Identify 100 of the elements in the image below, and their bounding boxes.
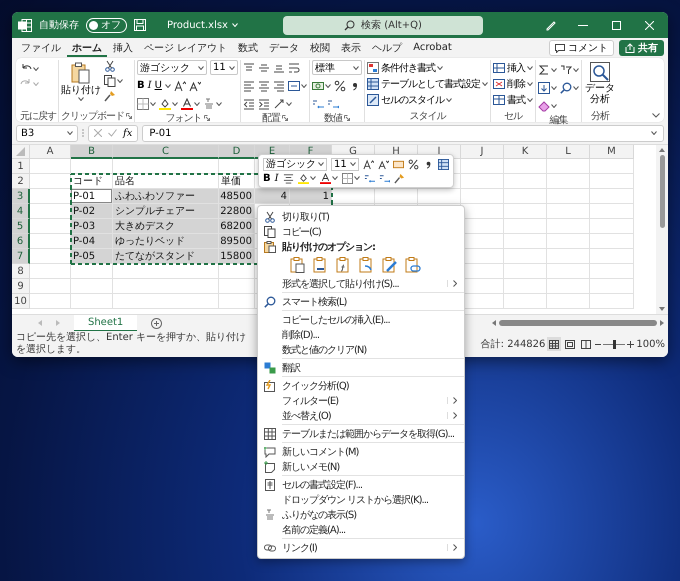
name-box[interactable]: B3 xyxy=(16,124,78,142)
column-header[interactable]: D xyxy=(219,145,255,159)
data-analysis-button[interactable]: データ分析 xyxy=(584,60,616,105)
menu-item[interactable]: ドロップダウン リストから選択(K)... xyxy=(258,492,464,507)
ribbon-tab[interactable]: 校閲 xyxy=(305,39,336,57)
menu-item[interactable]: フィルター(E) xyxy=(258,393,464,408)
ribbon-tab[interactable]: データ xyxy=(264,39,304,57)
row-header[interactable]: 1 xyxy=(12,159,30,174)
new-sheet-button[interactable] xyxy=(151,318,162,328)
fill-color-button[interactable] xyxy=(159,98,178,110)
bold-button[interactable]: B xyxy=(263,172,271,184)
menu-item[interactable]: 翻訳 xyxy=(258,360,464,375)
paste-option-button[interactable] xyxy=(290,257,306,273)
row-header[interactable]: 9 xyxy=(12,279,30,294)
row-header[interactable]: 5 xyxy=(12,219,30,234)
menu-item[interactable]: 削除(D)... xyxy=(258,327,464,342)
column-header[interactable]: K xyxy=(504,145,547,159)
font-color-button[interactable] xyxy=(181,98,200,110)
style-menu-button[interactable]: 条件付き書式 xyxy=(367,61,443,75)
zoom-in-button[interactable] xyxy=(627,340,634,348)
align-center-button[interactable] xyxy=(258,80,270,92)
menu-item[interactable]: 名前の定義(A)... xyxy=(258,522,464,537)
increase-indent-button[interactable] xyxy=(258,98,270,110)
format-painter-button[interactable] xyxy=(394,172,405,184)
fill-button[interactable] xyxy=(538,82,557,94)
row-header[interactable]: 3 xyxy=(12,189,30,204)
style-menu-button[interactable]: セルのスタイル xyxy=(367,93,452,107)
menu-item[interactable]: 数式と値のクリア(N) xyxy=(258,342,464,357)
italic-button[interactable]: I xyxy=(148,80,152,91)
italic-button[interactable]: I xyxy=(274,172,279,184)
ribbon-tab[interactable]: 挿入 xyxy=(108,39,138,57)
decrease-decimal-button[interactable] xyxy=(327,98,339,110)
percent-button[interactable] xyxy=(408,158,419,170)
column-header[interactable]: M xyxy=(590,145,634,159)
menu-item[interactable]: セルの書式設定(F)... xyxy=(258,477,464,492)
save-button[interactable] xyxy=(134,19,146,31)
zoom-slider-thumb[interactable] xyxy=(613,340,616,348)
ribbon-tab[interactable]: ヘルプ xyxy=(367,39,408,57)
underline-button[interactable]: U xyxy=(154,80,162,91)
menu-item[interactable]: ふりがなの表示(S) xyxy=(258,507,464,522)
row-header[interactable]: 6 xyxy=(12,234,30,249)
cells-menu-button[interactable]: 書式 xyxy=(493,93,533,107)
view-button[interactable] xyxy=(579,337,594,351)
ribbon-tab[interactable]: ファイル xyxy=(16,39,66,57)
menu-item[interactable]: スマート検索(L) xyxy=(258,294,464,309)
cells-menu-button[interactable]: 削除 xyxy=(493,77,533,91)
row-header[interactable]: 10 xyxy=(12,294,30,309)
row-header[interactable]: 8 xyxy=(12,264,30,279)
row-header[interactable]: 4 xyxy=(12,204,30,219)
autosum-button[interactable] xyxy=(538,64,557,76)
number-format-dropdown[interactable]: 標準 xyxy=(312,60,362,75)
column-header[interactable]: L xyxy=(547,145,590,159)
font-name-dropdown[interactable]: 游ゴシック xyxy=(263,158,327,170)
shrink-font-button[interactable] xyxy=(188,80,201,92)
view-button[interactable] xyxy=(547,337,562,351)
align-middle-button[interactable] xyxy=(258,62,270,74)
copy-button[interactable] xyxy=(104,75,123,87)
share-button[interactable]: 共有 xyxy=(619,40,664,56)
clear-button[interactable] xyxy=(538,100,557,112)
paste-option-button[interactable] xyxy=(382,257,398,273)
file-name-button[interactable]: Product.xlsx xyxy=(167,20,238,30)
menu-item[interactable]: コピーしたセルの挿入(E)... xyxy=(258,312,464,327)
center-button[interactable] xyxy=(282,172,294,184)
bold-button[interactable]: B xyxy=(137,80,145,91)
column-header[interactable]: B xyxy=(71,145,113,159)
cells-menu-button[interactable]: 挿入 xyxy=(493,61,533,75)
grow-font-button[interactable] xyxy=(363,158,374,170)
font-size-dropdown[interactable]: 11 xyxy=(331,158,359,170)
menu-item[interactable]: 新しいコメント(M) xyxy=(258,444,464,459)
increase-decimal-button[interactable] xyxy=(312,98,324,110)
table-format-button[interactable] xyxy=(438,158,449,170)
sort-filter-button[interactable] xyxy=(560,64,579,76)
grow-font-button[interactable] xyxy=(174,80,186,92)
menu-item[interactable]: 並べ替え(O) xyxy=(258,408,464,423)
align-left-button[interactable] xyxy=(243,80,255,92)
number-format-button[interactable] xyxy=(393,158,404,170)
currency-button[interactable] xyxy=(312,80,331,92)
style-menu-button[interactable]: テーブルとして書式設定 xyxy=(367,77,488,91)
vertical-scrollbar[interactable] xyxy=(656,145,668,314)
search-field[interactable]: 検索 (Alt+Q) xyxy=(282,16,483,34)
font-color-button[interactable] xyxy=(320,172,338,184)
menu-item[interactable]: コピー(C) xyxy=(258,224,464,239)
insert-function-button[interactable]: fx xyxy=(123,128,132,138)
find-button[interactable] xyxy=(560,82,579,94)
borders-button[interactable] xyxy=(342,172,360,184)
autosave-toggle[interactable]: オフ xyxy=(86,18,127,32)
menu-item[interactable]: 形式を選択して貼り付け(S)... xyxy=(258,276,464,291)
column-header[interactable]: J xyxy=(461,145,504,159)
column-header[interactable]: A xyxy=(30,145,71,159)
decrease-decimal-button[interactable] xyxy=(378,172,390,184)
font-name-dropdown[interactable]: 游ゴシック xyxy=(137,60,207,75)
increase-decimal-button[interactable] xyxy=(364,172,375,184)
view-button[interactable] xyxy=(563,337,578,351)
fill-color-button[interactable] xyxy=(298,172,316,184)
merge-button[interactable] xyxy=(288,80,307,92)
row-header[interactable]: 2 xyxy=(12,174,30,189)
align-top-button[interactable] xyxy=(243,62,255,74)
ribbon-tab[interactable]: ページ レイアウト xyxy=(139,39,232,57)
phonetic-button[interactable] xyxy=(203,98,222,110)
menu-item[interactable]: 新しいメモ(N) xyxy=(258,459,464,474)
